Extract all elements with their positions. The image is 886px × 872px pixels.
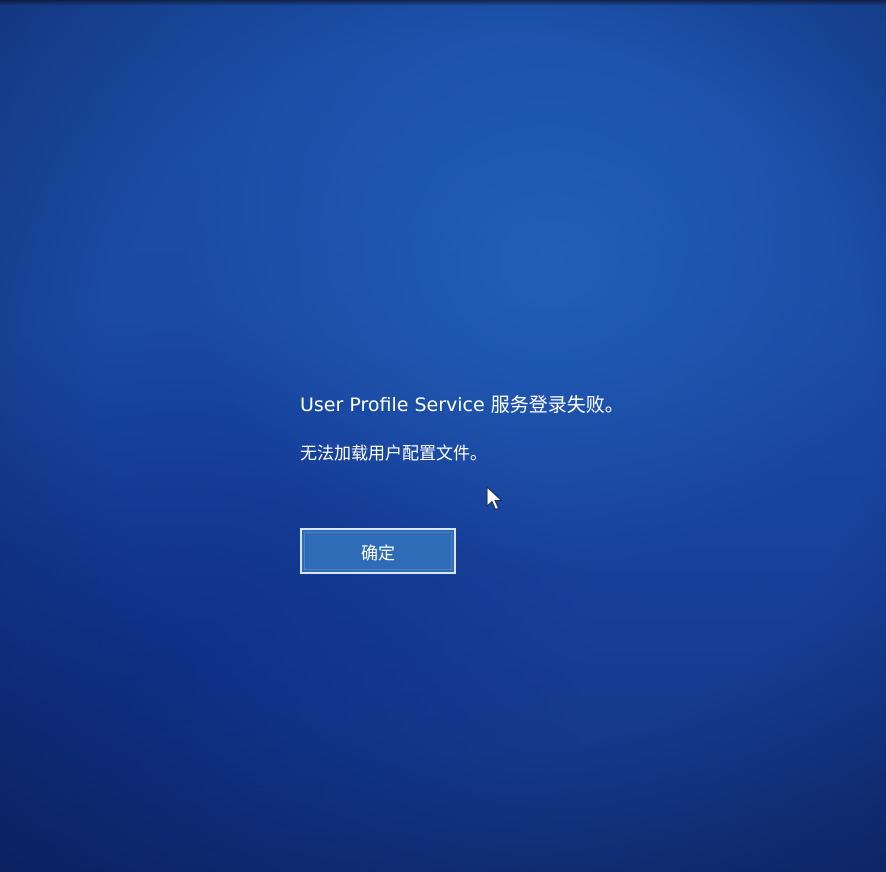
error-title: User Profile Service 服务登录失败。 [300,394,624,416]
ok-button[interactable]: 确定 [300,528,456,574]
error-detail: 无法加载用户配置文件。 [300,444,487,464]
ok-button-label: 确定 [361,543,395,564]
mouse-pointer-icon [486,486,502,510]
error-dialog: User Profile Service 服务登录失败。 无法加载用户配置文件。… [300,390,720,574]
screen-top-edge [0,0,886,6]
